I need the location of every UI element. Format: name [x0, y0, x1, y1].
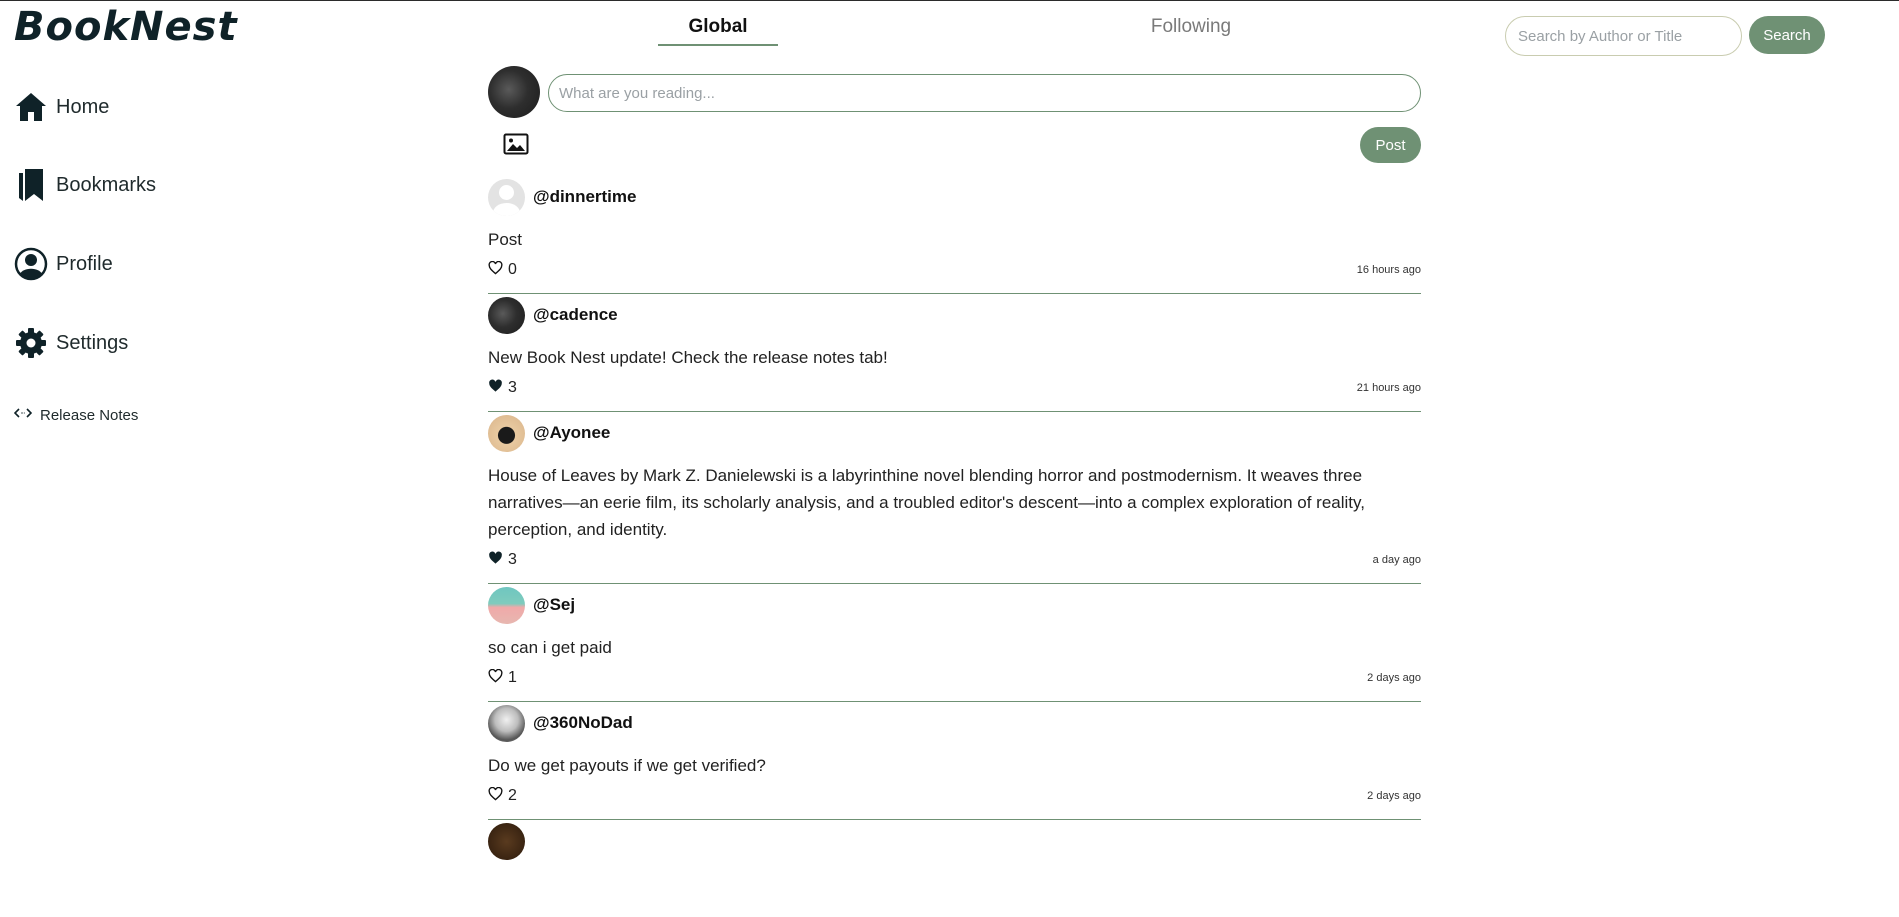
- post-timestamp: 16 hours ago: [1356, 264, 1421, 276]
- post-body: Do we get payouts if we get verified?: [488, 756, 766, 775]
- post-composer-input[interactable]: [548, 74, 1421, 112]
- feed-post: @dinnertime Post 0 16 hours ago: [488, 178, 1421, 294]
- feed-post: @Sej so can i get paid 1 2 days ago: [488, 586, 1421, 702]
- gear-icon: [14, 326, 48, 360]
- post-timestamp: 2 days ago: [1367, 790, 1421, 802]
- release-notes-label: Release Notes: [40, 406, 139, 424]
- sidebar-item-release-notes[interactable]: Release Notes: [13, 406, 139, 424]
- sidebar-item-label: Profile: [56, 252, 113, 275]
- like-button[interactable]: 1: [488, 668, 517, 688]
- avatar[interactable]: [488, 296, 525, 334]
- avatar[interactable]: [488, 66, 540, 118]
- avatar[interactable]: [488, 586, 525, 624]
- feed-post: @cadence New Book Nest update! Check the…: [488, 296, 1421, 412]
- sidebar-item-label: Home: [56, 95, 110, 118]
- feed-post: @360NoDad Do we get payouts if we get ve…: [488, 704, 1421, 820]
- sidebar-item-label: Bookmarks: [56, 173, 157, 196]
- feed-post-partial: [488, 822, 1421, 860]
- heart-filled-icon: [488, 378, 503, 398]
- like-button[interactable]: 3: [488, 378, 517, 398]
- post-timestamp: a day ago: [1372, 554, 1421, 566]
- post-handle[interactable]: @cadence: [533, 305, 618, 325]
- search-button[interactable]: Search: [1749, 16, 1825, 54]
- like-count: 3: [508, 379, 517, 396]
- post-body: House of Leaves by Mark Z. Danielewski i…: [488, 466, 1365, 539]
- post-handle[interactable]: @360NoDad: [533, 713, 633, 733]
- post-button[interactable]: Post: [1360, 127, 1421, 163]
- post-handle[interactable]: @Ayonee: [533, 423, 610, 443]
- avatar[interactable]: [488, 704, 525, 742]
- avatar[interactable]: [488, 822, 525, 860]
- sidebar-item-label: Settings: [56, 331, 129, 354]
- post-handle[interactable]: @Sej: [533, 595, 575, 615]
- heart-outline-icon: [488, 260, 503, 280]
- profile-icon: [14, 247, 48, 281]
- feed: @dinnertime Post 0 16 hours ago @cadence…: [488, 176, 1421, 860]
- sidebar-item-settings[interactable]: Settings: [14, 326, 128, 360]
- sidebar-item-profile[interactable]: Profile: [14, 247, 113, 281]
- tab-following[interactable]: Following: [1130, 16, 1252, 38]
- post-body: so can i get paid: [488, 638, 612, 657]
- app-logo[interactable]: BookNest: [14, 4, 238, 50]
- like-count: 2: [508, 787, 517, 804]
- home-icon: [14, 90, 48, 124]
- avatar[interactable]: [488, 414, 525, 452]
- like-count: 3: [508, 551, 517, 568]
- post-timestamp: 2 days ago: [1367, 672, 1421, 684]
- post-handle[interactable]: @dinnertime: [533, 187, 636, 207]
- post-body: New Book Nest update! Check the release …: [488, 348, 888, 367]
- image-icon[interactable]: [503, 133, 531, 157]
- like-count: 0: [508, 261, 517, 278]
- post-timestamp: 21 hours ago: [1356, 382, 1421, 394]
- heart-outline-icon: [488, 668, 503, 688]
- like-button[interactable]: 3: [488, 550, 517, 570]
- feed-post: @Ayonee House of Leaves by Mark Z. Danie…: [488, 414, 1421, 584]
- search-input[interactable]: [1505, 16, 1742, 56]
- like-button[interactable]: 2: [488, 786, 517, 806]
- like-button[interactable]: 0: [488, 260, 517, 280]
- post-body: Post: [488, 230, 523, 249]
- sidebar-item-home[interactable]: Home: [14, 90, 109, 124]
- heart-outline-icon: [488, 786, 503, 806]
- sidebar-item-bookmarks[interactable]: Bookmarks: [14, 168, 156, 202]
- code-icon: [13, 406, 33, 424]
- tab-global[interactable]: Global: [658, 16, 778, 46]
- like-count: 1: [508, 669, 517, 686]
- bookmarks-icon: [14, 168, 48, 202]
- top-border: [0, 0, 1899, 1]
- heart-filled-icon: [488, 550, 503, 570]
- avatar[interactable]: [488, 178, 525, 216]
